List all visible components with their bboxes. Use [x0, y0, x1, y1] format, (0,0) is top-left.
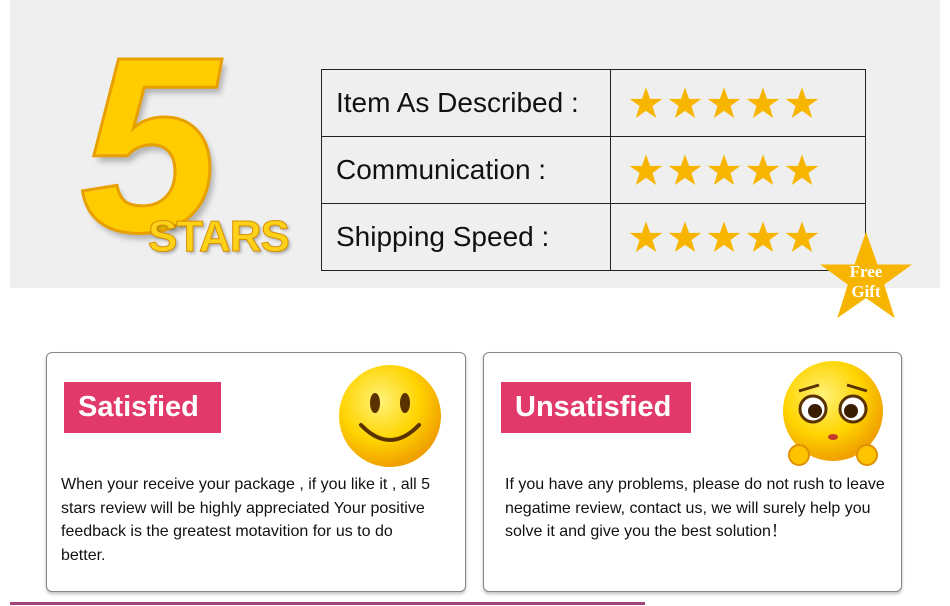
ratings-table: Item As Described : Communication : Shippi…	[321, 69, 866, 271]
satisfied-text: When your receive your package , if you …	[61, 476, 431, 564]
star-icon	[785, 221, 819, 252]
star-icon	[707, 221, 741, 252]
star-icon	[668, 221, 702, 252]
unsatisfied-card: Unsatisfied If you have any problems, pl…	[483, 352, 902, 592]
star-icon	[629, 154, 663, 185]
star-icon	[746, 221, 780, 252]
rating-stars	[610, 69, 866, 137]
star-icon	[746, 154, 780, 185]
star-icon	[668, 154, 702, 185]
rating-row: Item As Described :	[321, 69, 866, 137]
free-gift-badge: Free Gift	[818, 230, 914, 322]
logo-word: STARS	[148, 212, 291, 261]
star-icon	[746, 87, 780, 118]
unsatisfied-text: If you have any problems, please do not …	[505, 476, 885, 540]
star-icon	[785, 87, 819, 118]
gift-line2: Gift	[851, 282, 881, 301]
satisfied-badge: Satisfied	[64, 382, 221, 433]
star-icon	[785, 154, 819, 185]
star-icon	[707, 87, 741, 118]
star-icon	[707, 154, 741, 185]
pleading-face-icon	[783, 361, 883, 466]
rating-stars	[610, 136, 866, 204]
divider	[10, 602, 645, 605]
rating-label: Communication :	[321, 136, 611, 204]
rating-label: Shipping Speed :	[321, 203, 611, 271]
star-icon	[629, 87, 663, 118]
rating-row: Communication :	[321, 136, 866, 204]
star-icon	[629, 221, 663, 252]
five-stars-logo: 5 STARS	[40, 18, 300, 271]
smiley-face-icon	[339, 365, 441, 467]
rating-label: Item As Described :	[321, 69, 611, 137]
satisfied-card: Satisfied When your receive your package…	[46, 352, 466, 592]
gift-line1: Free	[849, 262, 883, 281]
unsatisfied-badge: Unsatisfied	[501, 382, 691, 433]
star-icon	[668, 87, 702, 118]
rating-row: Shipping Speed :	[321, 203, 866, 271]
